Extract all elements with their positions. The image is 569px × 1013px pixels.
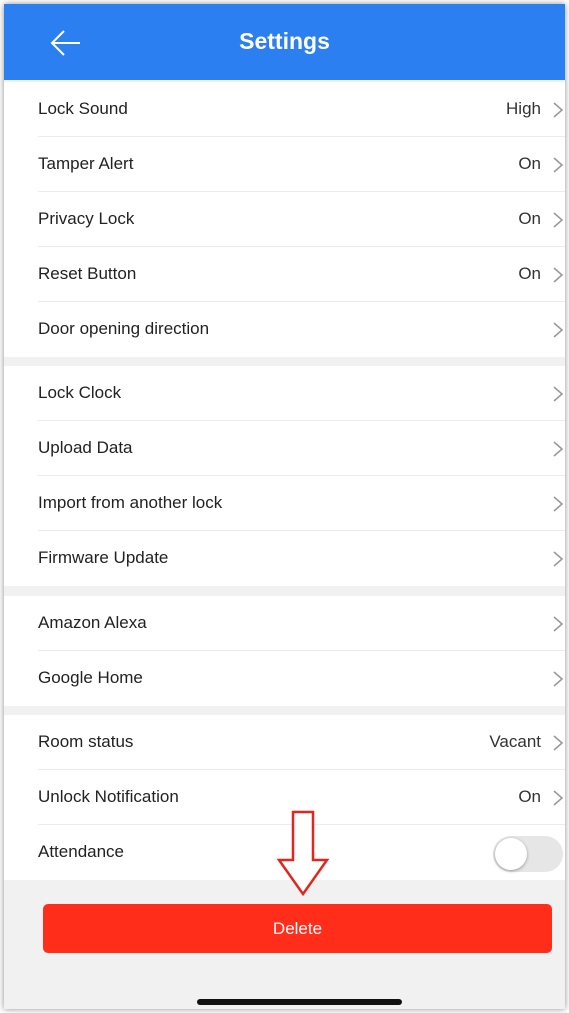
setting-value: On xyxy=(518,787,541,806)
setting-value: On xyxy=(518,154,541,173)
setting-value: High xyxy=(506,99,541,118)
setting-label: Tamper Alert xyxy=(38,154,134,173)
setting-firmware-update[interactable]: Firmware Update xyxy=(4,531,565,586)
chevron-right-icon xyxy=(553,441,564,457)
chevron-right-icon xyxy=(553,386,564,402)
setting-label: Lock Clock xyxy=(38,383,122,402)
setting-label: Attendance xyxy=(38,842,125,861)
setting-label: Upload Data xyxy=(38,438,133,457)
page-title: Settings xyxy=(239,28,330,54)
attendance-toggle[interactable] xyxy=(493,836,563,872)
toggle-knob xyxy=(495,838,527,870)
setting-privacy-lock[interactable]: Privacy Lock On xyxy=(4,192,565,247)
settings-screen: Settings Lock Sound High Tamper Alert On… xyxy=(4,4,565,1009)
home-indicator xyxy=(197,999,402,1005)
delete-button[interactable]: Delete xyxy=(43,904,552,953)
chevron-right-icon xyxy=(553,157,564,173)
chevron-right-icon xyxy=(553,671,564,687)
setting-label: Unlock Notification xyxy=(38,787,179,806)
chevron-right-icon xyxy=(553,267,564,283)
chevron-right-icon xyxy=(553,551,564,567)
setting-label: Lock Sound xyxy=(38,99,128,118)
setting-import-from-another-lock[interactable]: Import from another lock xyxy=(4,476,565,531)
chevron-right-icon xyxy=(553,322,564,338)
setting-amazon-alexa[interactable]: Amazon Alexa xyxy=(4,596,565,651)
setting-tamper-alert[interactable]: Tamper Alert On xyxy=(4,137,565,192)
setting-label: Privacy Lock xyxy=(38,209,135,228)
chevron-right-icon xyxy=(553,616,564,632)
chevron-right-icon xyxy=(553,790,564,806)
chevron-right-icon xyxy=(553,735,564,751)
header-bar: Settings xyxy=(4,4,565,80)
setting-door-opening-direction[interactable]: Door opening direction xyxy=(4,302,565,357)
setting-label: Import from another lock xyxy=(38,493,223,512)
setting-value: On xyxy=(518,264,541,283)
annotation-arrow-down-icon xyxy=(276,810,330,896)
setting-upload-data[interactable]: Upload Data xyxy=(4,421,565,476)
setting-label: Google Home xyxy=(38,668,143,687)
setting-lock-sound[interactable]: Lock Sound High xyxy=(4,82,565,137)
setting-value: Vacant xyxy=(489,732,541,751)
setting-google-home[interactable]: Google Home xyxy=(4,651,565,706)
setting-room-status[interactable]: Room status Vacant xyxy=(4,715,565,770)
chevron-right-icon xyxy=(553,212,564,228)
setting-label: Door opening direction xyxy=(38,319,210,338)
setting-label: Room status xyxy=(38,732,134,751)
chevron-right-icon xyxy=(553,496,564,512)
setting-label: Firmware Update xyxy=(38,548,169,567)
setting-lock-clock[interactable]: Lock Clock xyxy=(4,366,565,421)
setting-label: Reset Button xyxy=(38,264,137,283)
setting-label: Amazon Alexa xyxy=(38,613,147,632)
setting-value: On xyxy=(518,209,541,228)
setting-reset-button[interactable]: Reset Button On xyxy=(4,247,565,302)
chevron-right-icon xyxy=(553,102,564,118)
